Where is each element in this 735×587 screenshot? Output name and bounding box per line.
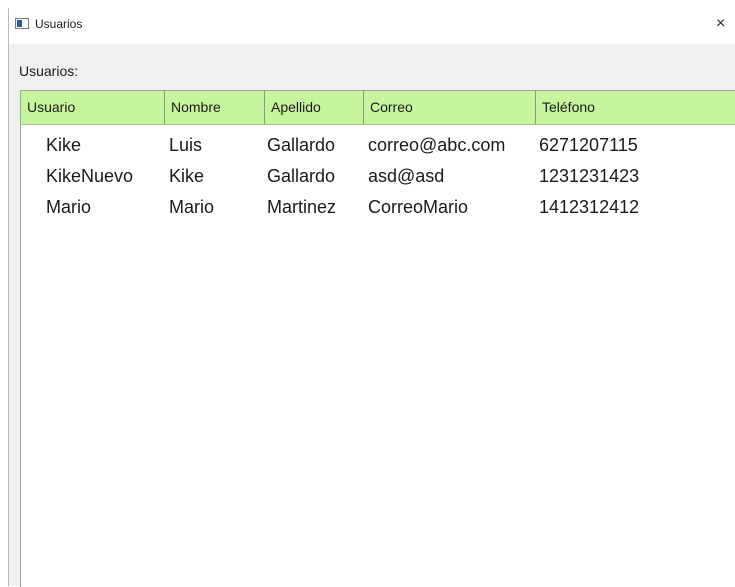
column-header-telefono[interactable]: Teléfono	[536, 91, 735, 124]
column-header-nombre[interactable]: Nombre	[165, 91, 265, 124]
users-label: Usuarios:	[19, 63, 79, 79]
title-bar[interactable]: Usuarios ×	[9, 8, 735, 44]
cell-correo: CorreoMario	[368, 197, 469, 217]
column-header-usuario[interactable]: Usuario	[21, 91, 165, 124]
table-row[interactable]: Kike Luis Gallardo correo@abc.com 627120…	[21, 130, 735, 161]
cell-telefono: 1231231423	[539, 166, 640, 186]
window-title: Usuarios	[35, 17, 83, 31]
cell-nombre: Mario	[169, 197, 215, 217]
window-app-icon	[15, 18, 29, 29]
cell-correo: asd@asd	[368, 166, 445, 186]
cell-nombre: Kike	[169, 166, 205, 186]
table-row[interactable]: KikeNuevo Kike Gallardo asd@asd 12312314…	[21, 161, 735, 192]
cell-apellido: Gallardo	[267, 166, 336, 186]
column-header-apellido[interactable]: Apellido	[265, 91, 364, 124]
table-row[interactable]: Mario Mario Martinez CorreoMario 1412312…	[21, 192, 735, 223]
cell-telefono: 1412312412	[539, 197, 640, 217]
users-window: Usuarios × Usuarios: Usuario Nombre Apel…	[8, 8, 735, 587]
cell-usuario: Kike	[46, 135, 82, 155]
cell-telefono: 6271207115	[539, 135, 638, 155]
cell-apellido: Martinez	[267, 197, 337, 217]
column-header-correo[interactable]: Correo	[364, 91, 536, 124]
cell-apellido: Gallardo	[267, 135, 336, 155]
cell-usuario: Mario	[46, 197, 92, 217]
cell-correo: correo@abc.com	[368, 135, 506, 155]
cell-nombre: Luis	[169, 135, 203, 155]
users-data-grid[interactable]: Usuario Nombre Apellido Correo Teléfono …	[20, 90, 735, 587]
grid-header-row: Usuario Nombre Apellido Correo Teléfono	[21, 91, 735, 125]
close-button[interactable]: ×	[716, 8, 735, 40]
cell-usuario: KikeNuevo	[46, 166, 134, 186]
